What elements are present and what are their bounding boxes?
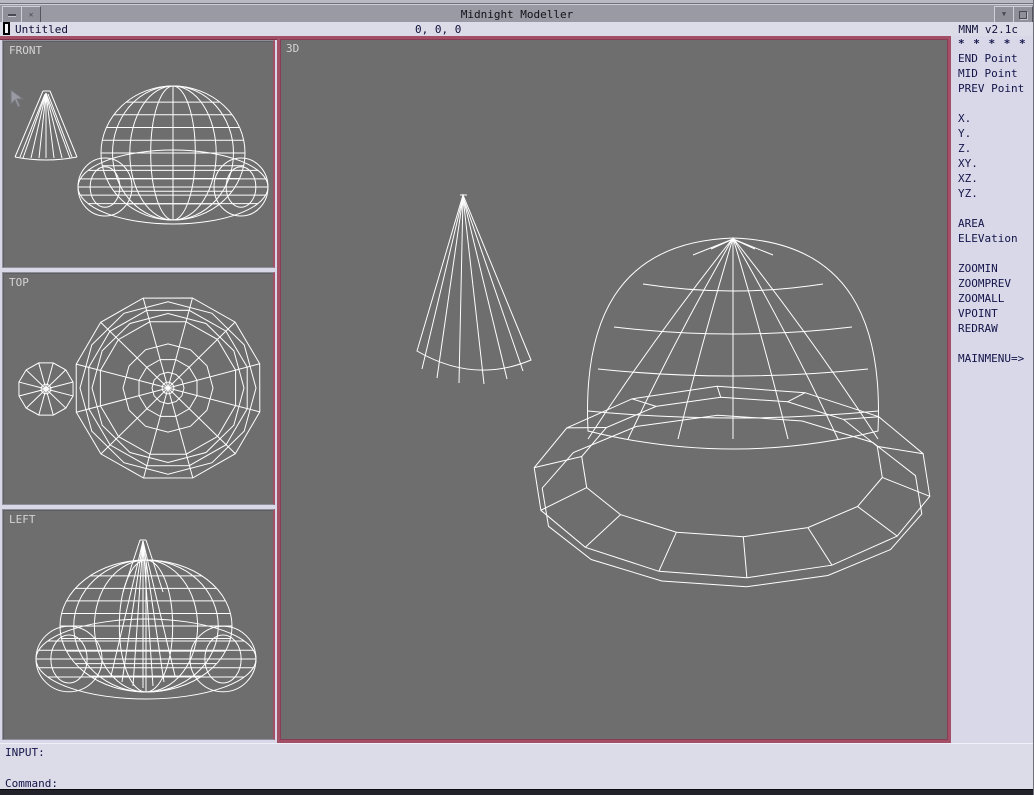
menu-item-xy[interactable]: XY. (951, 156, 1034, 171)
menu-item-zoomin[interactable]: ZOOMIN (951, 261, 1034, 276)
menu-item-spacer (951, 246, 1034, 261)
menu-item-spacer (951, 201, 1034, 216)
input-line[interactable]: INPUT: (5, 746, 45, 759)
left-viewport[interactable]: LEFT (2, 509, 275, 740)
minimize-button[interactable]: ▼ (994, 6, 1014, 23)
menu-item-mid-point[interactable]: MID Point (951, 66, 1034, 81)
text-cursor (3, 22, 10, 35)
menu-item-prev-point[interactable]: PREV Point (951, 81, 1034, 96)
menu-item-mainmenu[interactable]: MAINMENU=> (951, 351, 1034, 366)
maximize-button[interactable] (1013, 6, 1033, 23)
top-view-wireframe (3, 273, 272, 504)
window-title: Midnight Modeller (0, 8, 1034, 21)
titlebar[interactable]: ✕ Midnight Modeller ▼ (0, 4, 1034, 24)
menu-item-x[interactable]: X. (951, 111, 1034, 126)
front-viewport-label: FRONT (9, 44, 42, 57)
input-label: INPUT: (5, 746, 45, 759)
menu-item-area[interactable]: AREA (951, 216, 1034, 231)
mouse-cursor (9, 89, 29, 109)
menu-item-elevation[interactable]: ELEVation (951, 231, 1034, 246)
main-viewport-label: 3D (286, 42, 299, 55)
menu-item-z[interactable]: Z. (951, 141, 1034, 156)
console-area: INPUT: Command: (0, 743, 1034, 789)
menu-item-spacer (951, 336, 1034, 351)
top-viewport-label: TOP (9, 276, 29, 289)
3d-view-render (280, 39, 948, 740)
coordinate-readout: 0, 0, 0 (415, 23, 461, 36)
menu-item-zoomprev[interactable]: ZOOMPREV (951, 276, 1034, 291)
command-menu: * * * * * *END PointMID PointPREV Point X… (951, 36, 1034, 795)
app-version-label: MNM v2.1c (958, 23, 1018, 36)
front-viewport[interactable]: FRONT (2, 40, 275, 268)
front-view-wireframe (3, 41, 272, 267)
menu-item-y[interactable]: Y. (951, 126, 1034, 141)
status-strip: Untitled 0, 0, 0 MNM v2.1c (0, 22, 1034, 36)
menu-item-spacer (951, 96, 1034, 111)
menu-item-: * * * * * * (951, 36, 1034, 51)
left-viewport-label: LEFT (9, 513, 36, 526)
left-view-wireframe (3, 510, 272, 739)
menu-item-redraw[interactable]: REDRAW (951, 321, 1034, 336)
menu-item-yz[interactable]: YZ. (951, 186, 1034, 201)
filename-label: Untitled (15, 23, 68, 36)
window-resize-bar[interactable] (0, 789, 1034, 795)
menu-item-end-point[interactable]: END Point (951, 51, 1034, 66)
minimize-icon: ▼ (1002, 11, 1006, 18)
menu-item-xz[interactable]: XZ. (951, 171, 1034, 186)
main-3d-viewport[interactable]: 3D (277, 36, 951, 743)
menu-item-zoomall[interactable]: ZOOMALL (951, 291, 1034, 306)
midnight-modeller-window: { "window": { "title": "Midnight Modelle… (0, 0, 1034, 795)
top-viewport[interactable]: TOP (2, 272, 275, 505)
maximize-icon (1019, 11, 1027, 19)
menu-item-vpoint[interactable]: VPOINT (951, 306, 1034, 321)
